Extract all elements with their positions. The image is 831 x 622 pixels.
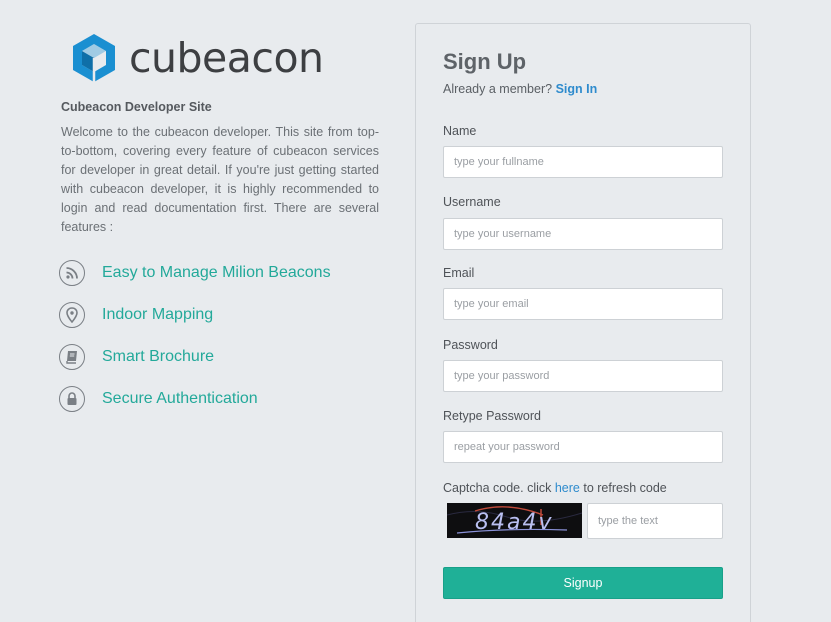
brand-name: cubeacon [129,34,324,82]
password-label: Password [443,338,498,352]
feature-item-auth: Secure Authentication [59,378,331,420]
feature-list: Easy to Manage Milion Beacons Indoor Map… [59,252,331,420]
feature-item-beacons: Easy to Manage Milion Beacons [59,252,331,294]
book-icon [59,344,85,370]
cubeacon-logo: cubeacon [71,32,324,84]
feature-label: Easy to Manage Milion Beacons [102,264,331,281]
refresh-captcha-link[interactable]: here [555,481,580,495]
member-prompt: Already a member? [443,82,553,96]
name-label: Name [443,124,477,138]
password-input[interactable] [443,360,723,392]
rss-icon [59,260,85,286]
map-pin-icon [59,302,85,328]
signup-panel: Sign Up Already a member? Sign In Name U… [415,23,751,622]
captcha-suffix: to refresh code [579,481,667,495]
cube-logo-icon [73,34,115,82]
site-title: Cubeacon Developer Site [61,100,212,114]
username-input[interactable] [443,218,723,250]
feature-item-brochure: Smart Brochure [59,336,331,378]
username-label: Username [443,195,501,209]
email-input[interactable] [443,288,723,320]
site-description: Welcome to the cubeacon developer. This … [61,125,379,234]
lock-icon [59,386,85,412]
feature-label: Secure Authentication [102,390,258,407]
captcha-text: 84a4v [475,510,554,535]
retype-password-input[interactable] [443,431,723,463]
captcha-instruction: Captcha code. click here to refresh code [443,481,667,495]
signup-button[interactable]: Signup [443,567,723,599]
fullname-input[interactable] [443,146,723,178]
retype-password-label: Retype Password [443,409,541,423]
feature-label: Indoor Mapping [102,306,214,323]
signin-link[interactable]: Sign In [556,82,598,96]
feature-label: Smart Brochure [102,348,215,365]
captcha-prefix: Captcha code. click [443,481,555,495]
already-member-text: Already a member? Sign In [443,82,597,96]
email-label: Email [443,266,475,280]
captcha-input[interactable] [587,503,723,539]
feature-item-mapping: Indoor Mapping [59,294,331,336]
captcha-image: 84a4v [447,503,582,538]
signup-title: Sign Up [443,49,527,74]
